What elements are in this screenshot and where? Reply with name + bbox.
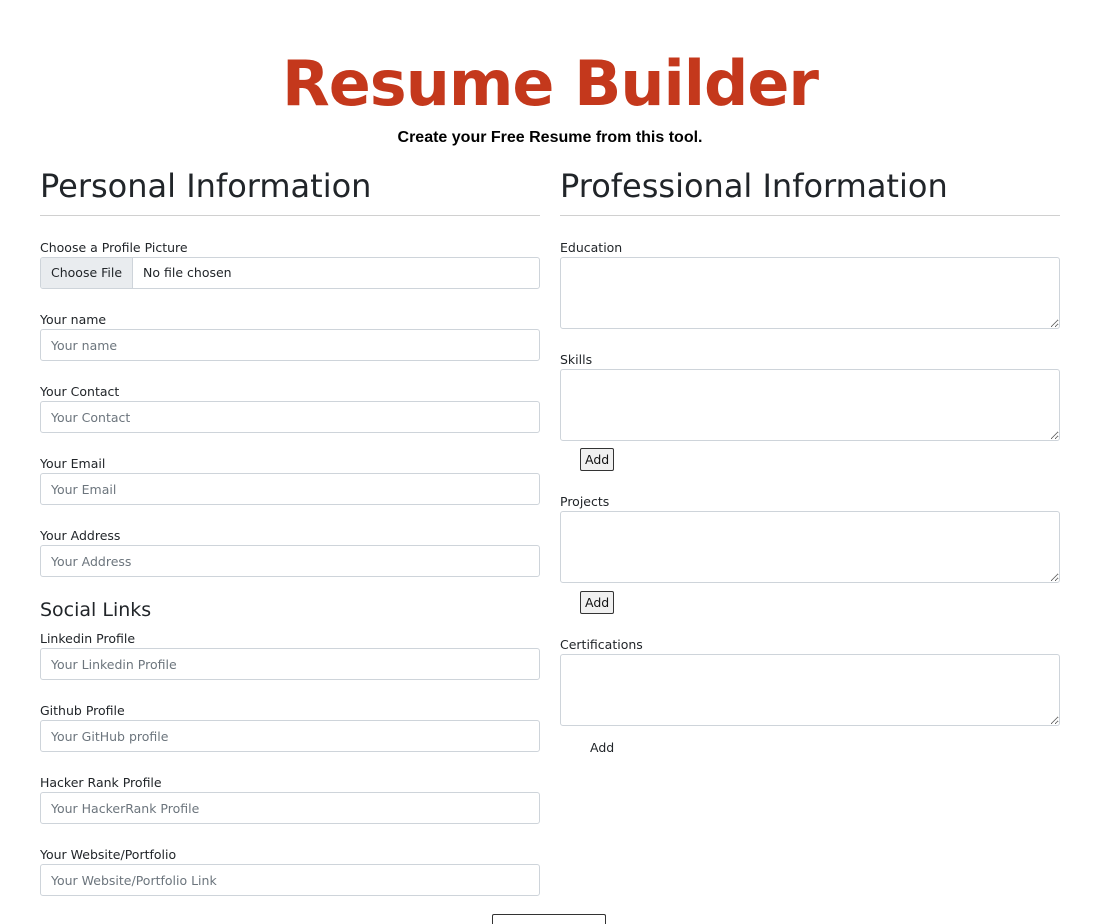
linkedin-input[interactable] — [40, 648, 540, 680]
professional-divider — [560, 215, 1060, 216]
profile-picture-input[interactable]: Choose File No file chosen — [40, 257, 540, 289]
add-certification-link[interactable]: Add — [590, 740, 614, 756]
add-project-button[interactable]: Add — [580, 591, 615, 614]
projects-textarea[interactable] — [560, 511, 1060, 583]
choose-file-button[interactable]: Choose File — [41, 258, 134, 288]
address-input[interactable] — [40, 545, 540, 577]
contact-input[interactable] — [40, 401, 540, 433]
email-label: Your Email — [40, 456, 106, 471]
address-label: Your Address — [40, 528, 121, 543]
email-input[interactable] — [40, 473, 540, 505]
page-subtitle: Create your Free Resume from this tool. — [397, 129, 703, 146]
personal-divider — [40, 215, 540, 216]
hackerrank-input[interactable] — [40, 792, 540, 824]
website-input[interactable] — [40, 864, 540, 896]
projects-label: Projects — [560, 494, 610, 509]
file-status-text: No file chosen — [143, 265, 232, 280]
profile-picture-label: Choose a Profile Picture — [40, 240, 188, 255]
linkedin-label: Linkedin Profile — [40, 631, 136, 646]
education-textarea[interactable] — [560, 257, 1060, 329]
github-input[interactable] — [40, 720, 540, 752]
skills-textarea[interactable] — [560, 369, 1060, 441]
certifications-label: Certifications — [560, 637, 643, 652]
contact-label: Your Contact — [40, 384, 120, 399]
website-label: Your Website/Portfolio — [40, 847, 177, 862]
name-label: Your name — [40, 312, 107, 327]
github-label: Github Profile — [40, 703, 125, 718]
page-title: Resume Builder — [282, 47, 819, 120]
submit-button[interactable] — [492, 914, 606, 924]
hackerrank-label: Hacker Rank Profile — [40, 775, 162, 790]
education-label: Education — [560, 240, 623, 255]
professional-info-heading: Professional Information — [560, 167, 948, 205]
name-input[interactable] — [40, 329, 540, 361]
add-skill-button[interactable]: Add — [580, 448, 615, 471]
social-links-heading: Social Links — [40, 599, 152, 621]
certifications-textarea[interactable] — [560, 654, 1060, 726]
personal-info-heading: Personal Information — [40, 167, 372, 205]
skills-label: Skills — [560, 352, 593, 367]
